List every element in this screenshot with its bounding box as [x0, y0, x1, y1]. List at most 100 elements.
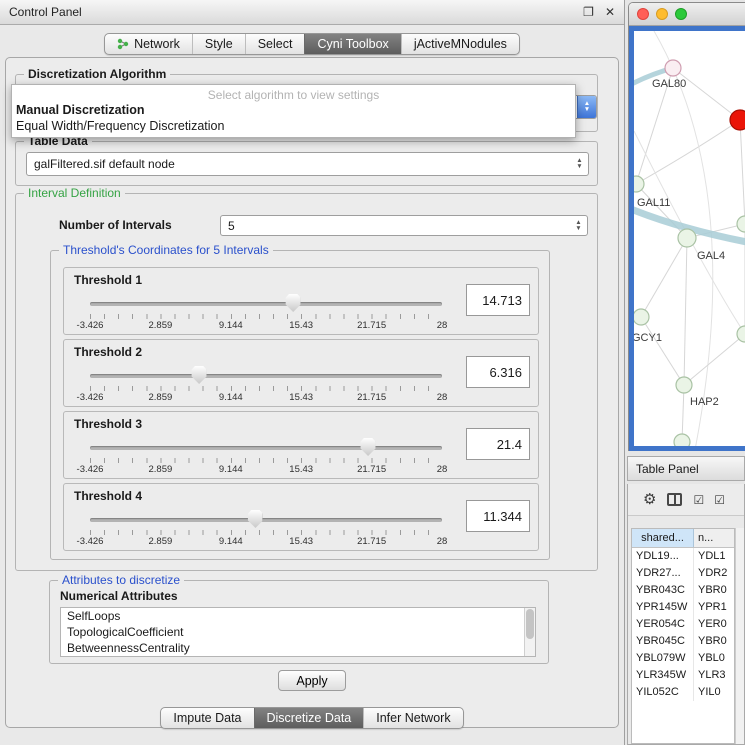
- slider-handle[interactable]: [361, 438, 376, 456]
- tick-label: -3.426: [77, 392, 104, 403]
- table-row[interactable]: YLR345W YLR3: [632, 667, 734, 684]
- network-node[interactable]: [737, 216, 745, 232]
- network-node[interactable]: [676, 377, 692, 393]
- tab-impute-data[interactable]: Impute Data: [161, 708, 253, 728]
- numerical-attributes-list[interactable]: SelfLoops TopologicalCoefficient Between…: [60, 607, 536, 657]
- select-all-icon[interactable]: ☑: [693, 494, 703, 506]
- threshold-3-value-input[interactable]: 21.4: [466, 428, 530, 460]
- algorithm-dropdown-popup: Select algorithm to view settings Manual…: [11, 84, 576, 138]
- tab-cyni-toolbox[interactable]: Cyni Toolbox: [304, 34, 400, 54]
- table-panel-title: Table Panel: [636, 462, 699, 476]
- table-data-group: Table Data galFiltered.sif default node …: [15, 141, 598, 186]
- zoom-traffic-light[interactable]: [675, 8, 687, 20]
- cell: YPR145W: [632, 599, 694, 616]
- network-node[interactable]: [665, 60, 681, 76]
- apply-button[interactable]: Apply: [278, 670, 346, 691]
- threshold-panel-1: Threshold 1 -3.426 2.859 9.144 15.43 21.…: [63, 267, 539, 335]
- screen: Control Panel ❐ ✕ Net: [0, 0, 745, 745]
- minimize-traffic-light[interactable]: [656, 8, 668, 20]
- threshold-2-slider[interactable]: -3.426 2.859 9.144 15.43 21.715 28: [90, 364, 442, 404]
- cell: YBL0: [694, 650, 734, 667]
- combobox-arrows[interactable]: ▲ ▼: [573, 158, 588, 170]
- slider-handle[interactable]: [248, 510, 263, 528]
- slider-handle[interactable]: [192, 366, 207, 384]
- slider-tick-labels: -3.426 2.859 9.144 15.43 21.715 28: [90, 320, 442, 332]
- columns-icon[interactable]: [667, 493, 682, 506]
- table-row[interactable]: YIL052C YIL0: [632, 684, 734, 701]
- group-label: Attributes to discretize: [58, 573, 184, 587]
- slider-track[interactable]: [90, 446, 442, 450]
- tick-label: 9.144: [219, 536, 243, 547]
- tick-label: 15.43: [289, 464, 313, 475]
- threshold-label: Threshold 2: [74, 345, 142, 359]
- threshold-2-value-input[interactable]: 6.316: [466, 356, 530, 388]
- cell: YLR345W: [632, 667, 694, 684]
- tick-label: 28: [437, 392, 448, 403]
- slider-tick-labels: -3.426 2.859 9.144 15.43 21.715 28: [90, 464, 442, 476]
- table-row[interactable]: YBR045C YBR0: [632, 633, 734, 650]
- numerical-attributes-label: Numerical Attributes: [60, 589, 178, 603]
- column-header-name[interactable]: n...: [694, 529, 734, 547]
- table-row[interactable]: YDL19... YDL1: [632, 548, 734, 565]
- slider-handle[interactable]: [286, 294, 301, 312]
- slider-track[interactable]: [90, 302, 442, 306]
- gear-icon[interactable]: ⚙: [643, 492, 656, 507]
- tab-jactivemnodules[interactable]: jActiveMNodules: [401, 34, 519, 54]
- number-of-intervals-label: Number of Intervals: [59, 218, 172, 232]
- select-column-icon[interactable]: ☑: [714, 494, 724, 506]
- cell: YIL052C: [632, 684, 694, 701]
- threshold-3-slider[interactable]: -3.426 2.859 9.144 15.43 21.715 28: [90, 436, 442, 476]
- number-of-intervals-combobox[interactable]: 5 ▲ ▼: [220, 215, 588, 236]
- tick-label: 28: [437, 536, 448, 547]
- slider-ticks: [90, 386, 442, 391]
- list-item[interactable]: BetweennessCentrality: [61, 640, 535, 656]
- network-node[interactable]: [678, 229, 696, 247]
- table-row[interactable]: YBR043C YBR0: [632, 582, 734, 599]
- slider-track[interactable]: [90, 518, 442, 522]
- scrollbar-thumb[interactable]: [526, 609, 534, 639]
- table-data-combobox[interactable]: galFiltered.sif default node ▲ ▼: [26, 152, 589, 176]
- slider-track[interactable]: [90, 374, 442, 378]
- network-icon: [117, 38, 129, 50]
- cell: YIL0: [694, 684, 734, 701]
- tab-infer-network[interactable]: Infer Network: [363, 708, 462, 728]
- tab-label: Impute Data: [173, 711, 241, 725]
- threshold-4-slider[interactable]: -3.426 2.859 9.144 15.43 21.715 28: [90, 508, 442, 548]
- tick-label: 2.859: [149, 464, 173, 475]
- close-traffic-light[interactable]: [637, 8, 649, 20]
- tab-discretize-data[interactable]: Discretize Data: [254, 708, 364, 728]
- list-scrollbar[interactable]: [524, 608, 535, 656]
- network-node-selected[interactable]: [730, 110, 745, 130]
- network-canvas[interactable]: GAL80 GAL11 GAL4 GCY1 HAP2: [629, 26, 745, 451]
- bottom-tab-bar: Impute Data Discretize Data Infer Networ…: [0, 707, 624, 729]
- threshold-1-value-input[interactable]: 14.713: [466, 284, 530, 316]
- tick-label: 21.715: [357, 464, 386, 475]
- thresholds-group: Threshold's Coordinates for 5 Intervals …: [50, 250, 550, 560]
- tick-label: 15.43: [289, 392, 313, 403]
- threshold-1-slider[interactable]: -3.426 2.859 9.144 15.43 21.715 28: [90, 292, 442, 332]
- network-node[interactable]: [634, 309, 649, 325]
- list-item[interactable]: TopologicalCoefficient: [61, 624, 535, 640]
- combobox-arrows[interactable]: ▲ ▼: [577, 96, 596, 118]
- network-node[interactable]: [674, 434, 690, 450]
- table-row[interactable]: YER054C YER0: [632, 616, 734, 633]
- table-scrollbar[interactable]: [735, 528, 744, 744]
- threshold-4-value-input[interactable]: 11.344: [466, 500, 530, 532]
- tab-style[interactable]: Style: [192, 34, 245, 54]
- table-row[interactable]: YBL079W YBL0: [632, 650, 734, 667]
- tick-label: -3.426: [77, 320, 104, 331]
- dropdown-option-equal-width-frequency[interactable]: Equal Width/Frequency Discretization: [12, 118, 575, 134]
- combobox-arrows[interactable]: ▲ ▼: [572, 220, 587, 232]
- control-panel-title: Control Panel: [9, 5, 82, 19]
- network-node[interactable]: [634, 176, 644, 192]
- column-header-shared-name[interactable]: shared...: [632, 529, 694, 547]
- tab-select[interactable]: Select: [245, 34, 305, 54]
- list-item[interactable]: SelfLoops: [61, 608, 535, 624]
- attributes-group: Attributes to discretize Numerical Attri…: [49, 580, 549, 664]
- dropdown-option-manual-discretization[interactable]: Manual Discretization: [12, 102, 575, 118]
- table-row[interactable]: YPR145W YPR1: [632, 599, 734, 616]
- float-window-icon[interactable]: ❐: [583, 6, 594, 18]
- table-row[interactable]: YDR27... YDR2: [632, 565, 734, 582]
- tab-network[interactable]: Network: [105, 34, 192, 54]
- close-icon[interactable]: ✕: [605, 6, 615, 18]
